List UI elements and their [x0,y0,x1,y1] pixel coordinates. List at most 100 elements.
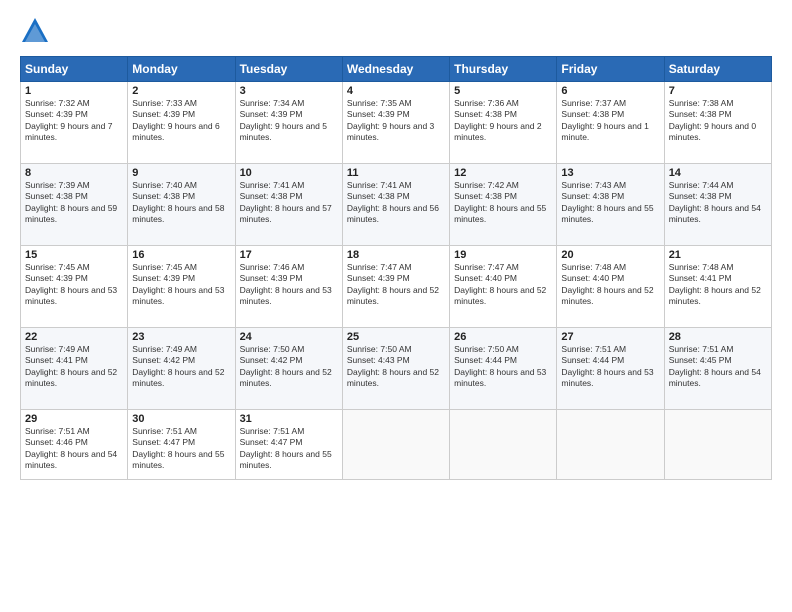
day-number: 10 [240,167,338,179]
calendar-cell: 18 Sunrise: 7:47 AM Sunset: 4:39 PM Dayl… [342,246,449,328]
calendar-cell: 16 Sunrise: 7:45 AM Sunset: 4:39 PM Dayl… [128,246,235,328]
day-number: 16 [132,249,230,261]
calendar-cell: 26 Sunrise: 7:50 AM Sunset: 4:44 PM Dayl… [450,328,557,410]
calendar-cell: 4 Sunrise: 7:35 AM Sunset: 4:39 PM Dayli… [342,82,449,164]
calendar-cell: 14 Sunrise: 7:44 AM Sunset: 4:38 PM Dayl… [664,164,771,246]
calendar-cell: 11 Sunrise: 7:41 AM Sunset: 4:38 PM Dayl… [342,164,449,246]
day-number: 1 [25,85,123,97]
day-info: Sunrise: 7:51 AM Sunset: 4:44 PM Dayligh… [561,344,659,390]
calendar-cell: 23 Sunrise: 7:49 AM Sunset: 4:42 PM Dayl… [128,328,235,410]
calendar-cell: 17 Sunrise: 7:46 AM Sunset: 4:39 PM Dayl… [235,246,342,328]
header [20,16,772,46]
calendar-cell: 10 Sunrise: 7:41 AM Sunset: 4:38 PM Dayl… [235,164,342,246]
day-number: 23 [132,331,230,343]
calendar-cell: 9 Sunrise: 7:40 AM Sunset: 4:38 PM Dayli… [128,164,235,246]
day-info: Sunrise: 7:35 AM Sunset: 4:39 PM Dayligh… [347,98,445,144]
logo [20,16,52,46]
day-info: Sunrise: 7:38 AM Sunset: 4:38 PM Dayligh… [669,98,767,144]
calendar-header-saturday: Saturday [664,57,771,82]
calendar-table: SundayMondayTuesdayWednesdayThursdayFrid… [20,56,772,480]
day-number: 3 [240,85,338,97]
day-info: Sunrise: 7:49 AM Sunset: 4:42 PM Dayligh… [132,344,230,390]
calendar-header-monday: Monday [128,57,235,82]
day-info: Sunrise: 7:42 AM Sunset: 4:38 PM Dayligh… [454,180,552,226]
day-info: Sunrise: 7:50 AM Sunset: 4:42 PM Dayligh… [240,344,338,390]
day-number: 26 [454,331,552,343]
day-info: Sunrise: 7:45 AM Sunset: 4:39 PM Dayligh… [132,262,230,308]
calendar-cell: 5 Sunrise: 7:36 AM Sunset: 4:38 PM Dayli… [450,82,557,164]
calendar-cell: 24 Sunrise: 7:50 AM Sunset: 4:42 PM Dayl… [235,328,342,410]
calendar-cell [557,410,664,480]
calendar-cell: 6 Sunrise: 7:37 AM Sunset: 4:38 PM Dayli… [557,82,664,164]
calendar-header-sunday: Sunday [21,57,128,82]
calendar-cell: 22 Sunrise: 7:49 AM Sunset: 4:41 PM Dayl… [21,328,128,410]
day-info: Sunrise: 7:47 AM Sunset: 4:40 PM Dayligh… [454,262,552,308]
day-info: Sunrise: 7:48 AM Sunset: 4:40 PM Dayligh… [561,262,659,308]
day-info: Sunrise: 7:50 AM Sunset: 4:43 PM Dayligh… [347,344,445,390]
day-number: 7 [669,85,767,97]
day-info: Sunrise: 7:47 AM Sunset: 4:39 PM Dayligh… [347,262,445,308]
day-number: 17 [240,249,338,261]
calendar-cell: 30 Sunrise: 7:51 AM Sunset: 4:47 PM Dayl… [128,410,235,480]
day-number: 31 [240,413,338,425]
day-info: Sunrise: 7:33 AM Sunset: 4:39 PM Dayligh… [132,98,230,144]
calendar-cell: 3 Sunrise: 7:34 AM Sunset: 4:39 PM Dayli… [235,82,342,164]
calendar-cell: 27 Sunrise: 7:51 AM Sunset: 4:44 PM Dayl… [557,328,664,410]
day-number: 29 [25,413,123,425]
day-info: Sunrise: 7:51 AM Sunset: 4:47 PM Dayligh… [132,426,230,472]
day-info: Sunrise: 7:43 AM Sunset: 4:38 PM Dayligh… [561,180,659,226]
calendar-cell: 2 Sunrise: 7:33 AM Sunset: 4:39 PM Dayli… [128,82,235,164]
day-number: 5 [454,85,552,97]
day-number: 20 [561,249,659,261]
day-info: Sunrise: 7:46 AM Sunset: 4:39 PM Dayligh… [240,262,338,308]
day-number: 18 [347,249,445,261]
calendar-header-wednesday: Wednesday [342,57,449,82]
calendar-cell: 12 Sunrise: 7:42 AM Sunset: 4:38 PM Dayl… [450,164,557,246]
day-number: 4 [347,85,445,97]
calendar-cell: 25 Sunrise: 7:50 AM Sunset: 4:43 PM Dayl… [342,328,449,410]
day-info: Sunrise: 7:41 AM Sunset: 4:38 PM Dayligh… [240,180,338,226]
calendar-header-row: SundayMondayTuesdayWednesdayThursdayFrid… [21,57,772,82]
day-number: 27 [561,331,659,343]
calendar-cell: 8 Sunrise: 7:39 AM Sunset: 4:38 PM Dayli… [21,164,128,246]
day-info: Sunrise: 7:39 AM Sunset: 4:38 PM Dayligh… [25,180,123,226]
day-number: 21 [669,249,767,261]
day-number: 30 [132,413,230,425]
calendar-cell: 20 Sunrise: 7:48 AM Sunset: 4:40 PM Dayl… [557,246,664,328]
calendar-cell: 7 Sunrise: 7:38 AM Sunset: 4:38 PM Dayli… [664,82,771,164]
day-number: 9 [132,167,230,179]
calendar-cell: 1 Sunrise: 7:32 AM Sunset: 4:39 PM Dayli… [21,82,128,164]
calendar-cell [450,410,557,480]
day-info: Sunrise: 7:45 AM Sunset: 4:39 PM Dayligh… [25,262,123,308]
day-info: Sunrise: 7:32 AM Sunset: 4:39 PM Dayligh… [25,98,123,144]
calendar-cell: 13 Sunrise: 7:43 AM Sunset: 4:38 PM Dayl… [557,164,664,246]
day-number: 15 [25,249,123,261]
day-number: 8 [25,167,123,179]
day-info: Sunrise: 7:49 AM Sunset: 4:41 PM Dayligh… [25,344,123,390]
calendar-cell: 19 Sunrise: 7:47 AM Sunset: 4:40 PM Dayl… [450,246,557,328]
day-info: Sunrise: 7:41 AM Sunset: 4:38 PM Dayligh… [347,180,445,226]
day-number: 22 [25,331,123,343]
day-info: Sunrise: 7:51 AM Sunset: 4:45 PM Dayligh… [669,344,767,390]
day-info: Sunrise: 7:51 AM Sunset: 4:46 PM Dayligh… [25,426,123,472]
day-number: 12 [454,167,552,179]
day-number: 19 [454,249,552,261]
calendar-cell: 31 Sunrise: 7:51 AM Sunset: 4:47 PM Dayl… [235,410,342,480]
calendar-cell: 21 Sunrise: 7:48 AM Sunset: 4:41 PM Dayl… [664,246,771,328]
calendar-header-friday: Friday [557,57,664,82]
day-number: 11 [347,167,445,179]
calendar-cell [664,410,771,480]
page: SundayMondayTuesdayWednesdayThursdayFrid… [0,0,792,490]
logo-icon [20,16,50,46]
day-number: 2 [132,85,230,97]
calendar-cell [342,410,449,480]
day-info: Sunrise: 7:34 AM Sunset: 4:39 PM Dayligh… [240,98,338,144]
calendar-cell: 28 Sunrise: 7:51 AM Sunset: 4:45 PM Dayl… [664,328,771,410]
calendar-header-thursday: Thursday [450,57,557,82]
day-info: Sunrise: 7:48 AM Sunset: 4:41 PM Dayligh… [669,262,767,308]
day-info: Sunrise: 7:36 AM Sunset: 4:38 PM Dayligh… [454,98,552,144]
calendar-cell: 15 Sunrise: 7:45 AM Sunset: 4:39 PM Dayl… [21,246,128,328]
day-info: Sunrise: 7:51 AM Sunset: 4:47 PM Dayligh… [240,426,338,472]
day-number: 13 [561,167,659,179]
day-number: 14 [669,167,767,179]
